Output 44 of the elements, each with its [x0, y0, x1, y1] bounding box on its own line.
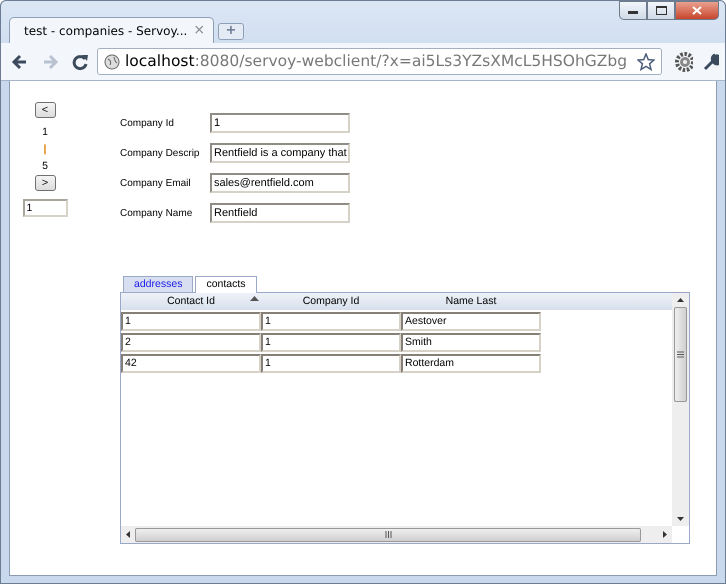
table-cell[interactable]: Rotterdam: [401, 354, 541, 373]
minimize-button[interactable]: [619, 1, 647, 20]
column-header[interactable]: Name Last: [446, 295, 496, 307]
tab-title: test - companies - Servoy...: [24, 22, 188, 40]
gear-icon[interactable]: [674, 50, 693, 72]
table-cell[interactable]: Aestover: [401, 312, 541, 331]
address-bar[interactable]: localhost:8080/servoy-webclient/?x=ai5Ls3YZsXMcL5HSOhGZbg: [97, 48, 662, 75]
current-record-number: 1: [42, 125, 48, 140]
tab[interactable]: addresses: [123, 276, 194, 292]
maximize-icon: [656, 6, 666, 15]
text-field[interactable]: sales@rentfield.com: [210, 173, 350, 193]
table-cell[interactable]: 1: [261, 333, 401, 352]
text-field[interactable]: Rentfield is a company that: [210, 143, 350, 163]
next-record-button[interactable]: >: [34, 175, 56, 191]
column-header[interactable]: Company Id: [302, 295, 360, 307]
new-tab-button[interactable]: +: [218, 23, 244, 40]
table-cell[interactable]: 2: [121, 333, 261, 352]
column-header[interactable]: Contact Id: [167, 295, 215, 307]
tab[interactable]: contacts: [195, 276, 257, 293]
close-icon: [692, 6, 702, 15]
text-field[interactable]: Rentfield: [210, 203, 350, 223]
field-label: Company Email: [120, 176, 192, 190]
table-cell[interactable]: 1: [121, 312, 261, 331]
globe-icon: [104, 54, 120, 70]
record-number-field[interactable]: 1: [22, 199, 68, 217]
horizontal-scrollbar[interactable]: [121, 526, 672, 543]
maximize-button[interactable]: [647, 1, 675, 20]
previous-record-button[interactable]: <: [34, 102, 56, 118]
close-button[interactable]: [675, 1, 719, 20]
table-cell[interactable]: Smith: [401, 333, 541, 352]
record-total: 5: [42, 159, 48, 174]
field-label: Company Id: [120, 116, 175, 130]
table-cell[interactable]: 42: [121, 354, 261, 373]
field-label: Company Descrip: [120, 146, 200, 160]
vertical-scrollbar[interactable]: [672, 293, 689, 526]
grip-icon: [677, 351, 684, 358]
text-field[interactable]: 1: [210, 113, 350, 133]
star-icon[interactable]: [637, 52, 656, 70]
record-separator: |: [44, 142, 46, 157]
browser-tab[interactable]: test - companies - Servoy... ×: [9, 17, 214, 43]
table-cell[interactable]: 1: [261, 354, 401, 373]
field-label: Company Name: [120, 206, 194, 220]
table-cell[interactable]: 1: [261, 312, 401, 331]
grip-icon: [384, 531, 392, 538]
